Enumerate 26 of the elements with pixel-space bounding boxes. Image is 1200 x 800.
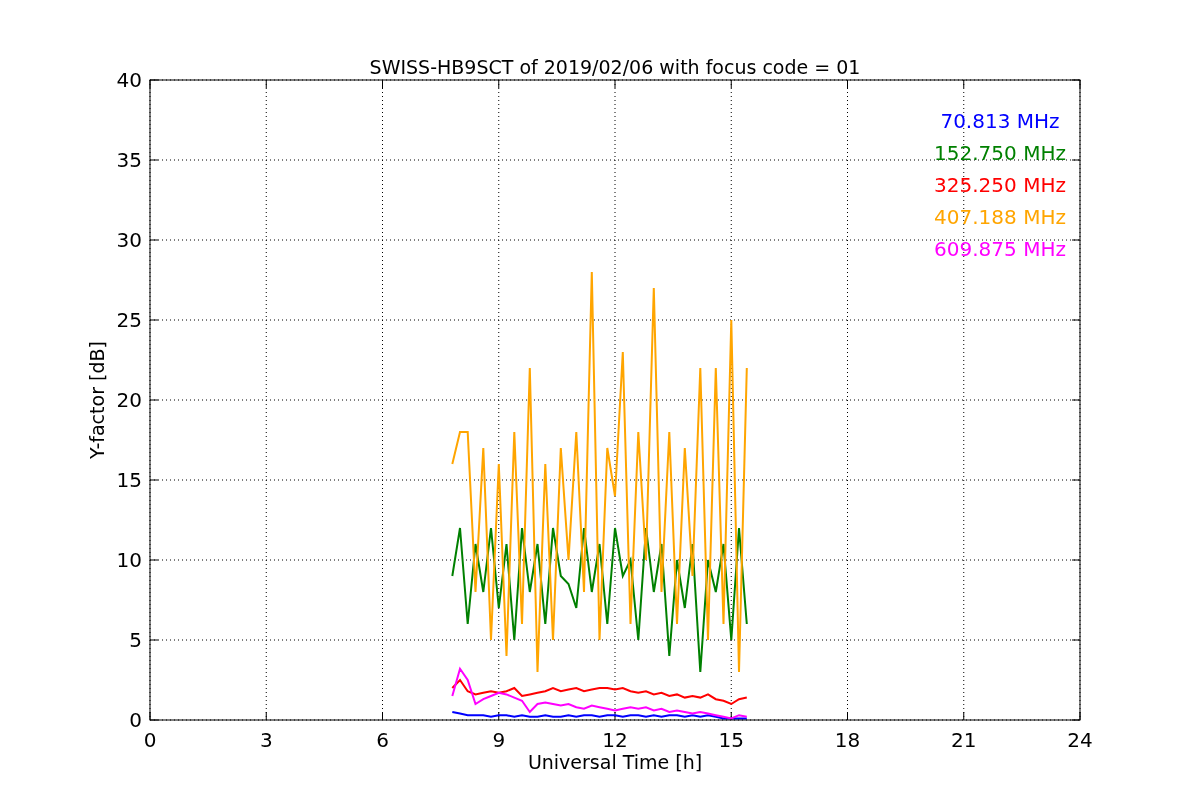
y-tick-label: 0 bbox=[129, 708, 142, 732]
legend-label: 152.750 MHz bbox=[934, 141, 1066, 165]
x-tick-label: 15 bbox=[718, 728, 744, 752]
y-axis-label: Y-factor [dB] bbox=[86, 341, 108, 459]
x-tick-label: 0 bbox=[143, 728, 157, 752]
y-tick-label: 35 bbox=[116, 148, 142, 172]
x-tick-label: 18 bbox=[834, 728, 861, 752]
x-tick-label: 6 bbox=[376, 728, 389, 752]
x-tick-label: 24 bbox=[1067, 728, 1093, 752]
chart-title: SWISS-HB9SCT of 2019/02/06 with focus code = 01 bbox=[369, 56, 861, 78]
x-axis-label: Universal Time [h] bbox=[527, 751, 703, 773]
y-tick-label: 5 bbox=[129, 628, 142, 652]
x-tick-label: 9 bbox=[492, 728, 506, 752]
x-tick-label: 12 bbox=[602, 728, 628, 752]
x-tick-label: 3 bbox=[259, 728, 273, 752]
legend-label: 325.250 MHz bbox=[934, 173, 1066, 197]
y-tick-label: 25 bbox=[116, 308, 142, 332]
y-tick-label: 20 bbox=[116, 388, 142, 412]
legend-label: 609.875 MHz bbox=[934, 237, 1066, 261]
y-tick-label: 40 bbox=[116, 68, 142, 92]
legend-label: 70.813 MHz bbox=[940, 109, 1060, 133]
y-tick-label: 10 bbox=[116, 548, 142, 572]
x-tick-label: 21 bbox=[951, 728, 977, 752]
y-tick-label: 30 bbox=[116, 228, 142, 252]
legend-label: 407.188 MHz bbox=[934, 205, 1066, 229]
y-tick-label: 15 bbox=[116, 468, 142, 492]
